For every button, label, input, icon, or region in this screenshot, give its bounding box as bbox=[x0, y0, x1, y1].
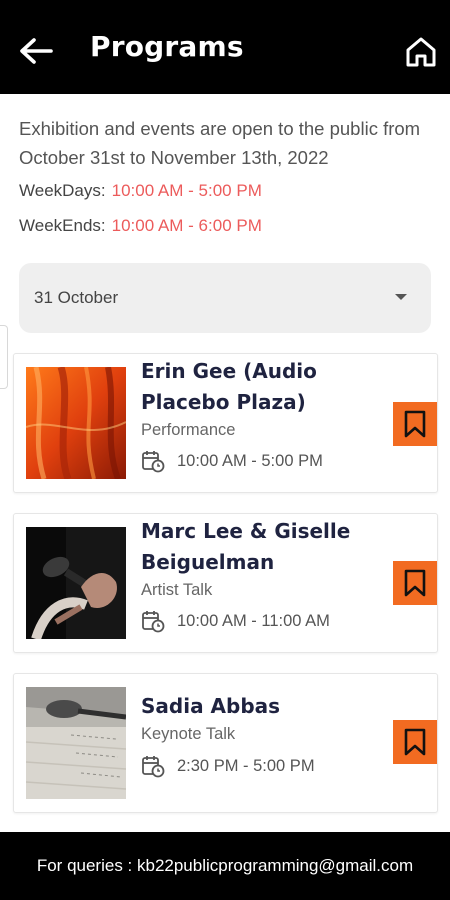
weekdays-label: WeekDays: bbox=[19, 181, 106, 200]
program-thumbnail-artist-talk bbox=[26, 527, 126, 639]
contact-text: For queries : kb22publicprogramming@gmai… bbox=[36, 856, 414, 875]
weekdays-hours-row: WeekDays: 10:00 AM - 5:00 PM bbox=[19, 181, 262, 201]
bookmark-button[interactable] bbox=[393, 402, 437, 446]
app-bar: Programs bbox=[0, 0, 450, 94]
program-type: Keynote Talk bbox=[141, 725, 236, 743]
program-name: Marc Lee & Giselle Beiguelman bbox=[141, 519, 351, 574]
program-card[interactable]: Erin Gee (Audio Placebo Plaza) Performan… bbox=[13, 353, 438, 493]
contact-footer: For queries : kb22publicprogramming@gmai… bbox=[0, 832, 450, 900]
bookmark-button[interactable] bbox=[393, 720, 437, 764]
program-time: 10:00 AM - 5:00 PM bbox=[177, 451, 323, 470]
weekends-label: WeekEnds: bbox=[19, 216, 106, 235]
program-thumbnail-performance bbox=[26, 367, 126, 479]
program-thumbnail-keynote-talk bbox=[26, 687, 126, 799]
program-time: 10:00 AM - 11:00 AM bbox=[177, 611, 330, 630]
program-card[interactable]: Sadia Abbas Keynote Talk 2:30 PM - 5:00 … bbox=[13, 673, 438, 813]
calendar-clock-icon bbox=[142, 451, 165, 473]
program-card[interactable]: Marc Lee & Giselle Beiguelman Artist Tal… bbox=[13, 513, 438, 653]
date-dropdown-value: 31 October bbox=[34, 288, 119, 307]
intro-text: Exhibition and events are open to the pu… bbox=[19, 118, 421, 168]
back-button[interactable] bbox=[16, 33, 56, 69]
home-icon bbox=[406, 37, 436, 67]
weekends-hours-row: WeekEnds: 10:00 AM - 6:00 PM bbox=[19, 216, 262, 236]
calendar-clock-icon bbox=[142, 756, 165, 778]
program-time-row: 10:00 AM - 11:00 AM bbox=[141, 609, 330, 633]
program-name: Sadia Abbas bbox=[141, 694, 281, 718]
program-time-row: 10:00 AM - 5:00 PM bbox=[141, 449, 323, 473]
bookmark-icon bbox=[404, 728, 426, 756]
page-title: Programs bbox=[90, 30, 244, 63]
program-time-row: 2:30 PM - 5:00 PM bbox=[141, 754, 315, 778]
weekends-hours: 10:00 AM - 6:00 PM bbox=[111, 216, 262, 235]
program-type: Artist Talk bbox=[141, 581, 213, 599]
bookmark-icon bbox=[404, 569, 426, 597]
program-time: 2:30 PM - 5:00 PM bbox=[177, 756, 315, 775]
calendar-clock-icon bbox=[142, 611, 165, 633]
date-dropdown[interactable]: 31 October bbox=[19, 263, 431, 333]
program-name: Erin Gee (Audio Placebo Plaza) bbox=[141, 359, 317, 414]
side-drawer-handle[interactable] bbox=[0, 325, 8, 389]
caret-down-icon bbox=[395, 294, 407, 300]
weekdays-hours: 10:00 AM - 5:00 PM bbox=[111, 181, 262, 200]
bookmark-button[interactable] bbox=[393, 561, 437, 605]
arrow-left-icon bbox=[20, 38, 53, 64]
program-type: Performance bbox=[141, 421, 236, 439]
home-button[interactable] bbox=[402, 33, 440, 71]
bookmark-icon bbox=[404, 410, 426, 438]
